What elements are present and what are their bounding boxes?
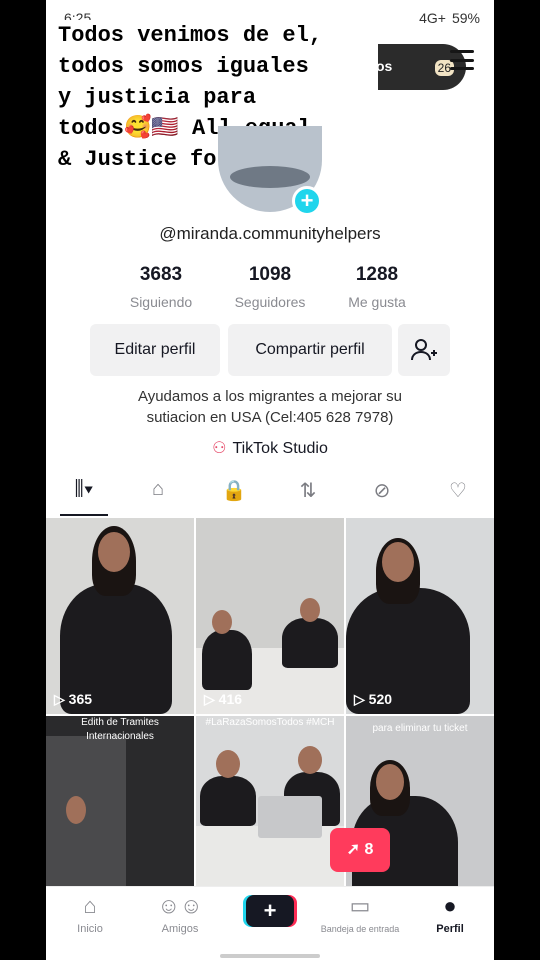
- live-count: 8: [364, 841, 374, 858]
- add-user-icon: [411, 339, 437, 361]
- video-thumbnail[interactable]: ▷ 365: [46, 518, 194, 714]
- tab-hidden[interactable]: ⊘: [362, 478, 402, 508]
- tiktok-studio-link[interactable]: ⚇ TikTok Studio: [46, 438, 494, 458]
- signal-indicator: 4G+: [419, 10, 446, 26]
- video-thumbnail[interactable]: para eliminar tu ticket: [346, 716, 494, 912]
- video-thumbnail[interactable]: ▷ 416: [196, 518, 344, 714]
- view-count: ▷ 365: [54, 691, 93, 707]
- studio-icon: ⚇: [212, 440, 227, 457]
- stat-following[interactable]: 3683 Siguiendo: [106, 264, 216, 310]
- video-overlay-text: para eliminar tu ticket: [372, 723, 468, 734]
- view-count-value: 416: [218, 691, 243, 707]
- tab-private[interactable]: 🔒: [214, 478, 254, 508]
- lock-icon: 🔒: [221, 480, 247, 502]
- nav-inbox-label: Bandeja de entrada: [320, 924, 400, 934]
- add-friend-button[interactable]: [398, 324, 450, 376]
- stat-value: 1098: [248, 264, 292, 285]
- nav-home-label: Inicio: [77, 923, 103, 935]
- tab-videos[interactable]: ⫼▾: [64, 478, 104, 508]
- profile-tabs: ⫼▾ ⌂ 🔒 ⇅ ⊘ ♡: [46, 478, 494, 516]
- view-count: ▷ 520: [354, 691, 393, 707]
- nav-friends[interactable]: ☺☺ Amigos: [140, 893, 220, 935]
- menu-icon[interactable]: [450, 50, 474, 70]
- stat-likes[interactable]: 1288 Me gusta: [322, 264, 432, 310]
- phone-screen: 6:25 4G+ 59% os 26 Todos venimos de el, …: [46, 0, 494, 960]
- stat-label: Me gusta: [348, 294, 406, 310]
- store-icon: ⌂: [151, 478, 165, 500]
- stat-label: Siguiendo: [129, 294, 193, 310]
- status-right: 4G+ 59%: [419, 10, 480, 26]
- video-overlay-text: Edith de Tramites Internacionales: [81, 717, 159, 742]
- video-caption: Todos venimos de el, todos somos iguales…: [52, 20, 378, 175]
- video-thumbnail[interactable]: ▷ 520: [346, 518, 494, 714]
- hidden-icon: ⊘: [373, 480, 391, 502]
- nav-profile[interactable]: ● Perfil: [410, 893, 490, 935]
- nav-inbox[interactable]: ▭ Bandeja de entrada: [312, 893, 408, 935]
- tab-store[interactable]: ⌂: [138, 478, 178, 508]
- stat-label: Seguidores: [234, 294, 306, 310]
- stat-value: 3683: [139, 264, 183, 285]
- video-thumbnail[interactable]: Edith de Tramites Internacionales: [46, 716, 194, 912]
- tab-liked[interactable]: ♡: [438, 478, 478, 508]
- video-overlay-text: #LaRazaSomosTodos #MCH: [205, 717, 335, 728]
- nav-friends-label: Amigos: [161, 923, 199, 935]
- profile-handle: @miranda.communityhelpers: [159, 224, 381, 243]
- bio-line: Ayudamos a los migrantes a mejorar su: [137, 388, 402, 405]
- add-story-icon[interactable]: +: [292, 186, 322, 216]
- tab-reposts[interactable]: ⇅: [288, 478, 328, 508]
- inbox-icon: ▭: [349, 893, 371, 918]
- bottom-nav: ⌂ Inicio ☺☺ Amigos + ▭ Bandeja de entrad…: [46, 886, 494, 960]
- nav-profile-label: Perfil: [436, 923, 464, 935]
- live-count-badge[interactable]: ➚ 8: [330, 828, 390, 872]
- stat-value: 1288: [355, 264, 399, 285]
- home-indicator: [220, 954, 320, 958]
- share-profile-button[interactable]: Compartir perfil: [228, 324, 392, 376]
- grid-icon: ⫼▾: [74, 478, 94, 500]
- home-icon: ⌂: [83, 893, 97, 918]
- studio-label: TikTok Studio: [232, 440, 328, 457]
- nav-home[interactable]: ⌂ Inicio: [50, 893, 130, 935]
- view-count-value: 520: [368, 691, 393, 707]
- edit-profile-button[interactable]: Editar perfil: [90, 324, 220, 376]
- video-grid: ▷ 365 ▷ 416 ▷ 520 Edith de Tramites Inte…: [46, 518, 494, 912]
- liked-icon: ♡: [449, 480, 467, 502]
- stat-followers[interactable]: 1098 Seguidores: [215, 264, 325, 310]
- bio-line: sutiacion en USA (Cel:405 628 7978): [146, 409, 394, 426]
- create-button[interactable]: +: [246, 895, 294, 927]
- repost-icon: ⇅: [299, 480, 317, 502]
- friends-icon: ☺☺: [157, 893, 203, 918]
- video-thumbnail[interactable]: #LaRazaSomosTodos #MCH: [196, 716, 344, 912]
- profile-icon: ●: [443, 893, 457, 918]
- view-count-value: 365: [68, 691, 93, 707]
- view-count: ▷ 416: [204, 691, 243, 707]
- battery-level: 59%: [451, 10, 480, 26]
- tab-underline: [60, 514, 108, 516]
- profile-bio: Ayudamos a los migrantes a mejorar su su…: [86, 386, 454, 428]
- header-pill-text: os: [376, 58, 393, 74]
